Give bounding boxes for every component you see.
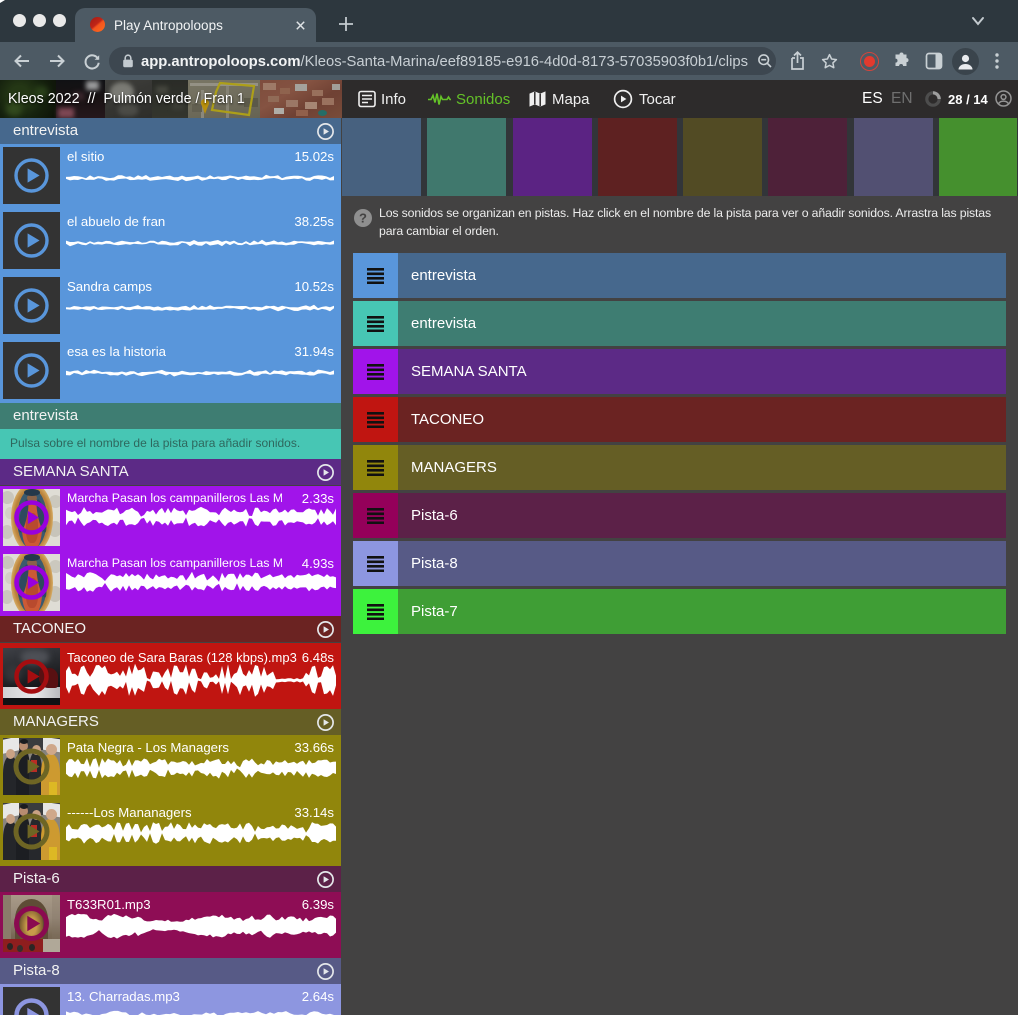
svg-text:?: ? (359, 211, 367, 226)
